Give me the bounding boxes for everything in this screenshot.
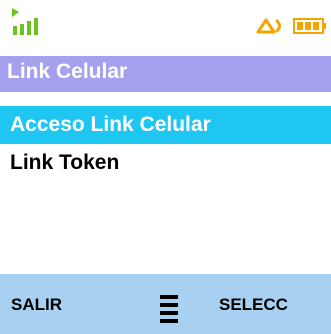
menu-item-acceso-link-celular[interactable]: Acceso Link Celular [0,106,331,144]
menu-item-label: Link Token [10,151,120,174]
select-softkey[interactable]: SELECC [219,295,288,315]
signal-strength-icon [12,8,38,35]
title-bar: Link Celular [0,56,331,92]
network-alert-icon [256,18,281,34]
exit-softkey[interactable]: SALIR [11,295,62,315]
page-title: Link Celular [7,60,128,83]
battery-icon [293,18,326,34]
menu-item-label: Acceso Link Celular [10,113,211,136]
menu-item-link-token[interactable]: Link Token [0,144,331,182]
menu-icon[interactable] [158,294,180,324]
status-bar [0,0,331,44]
menu-list: Acceso Link Celular Link Token [0,106,331,182]
softkey-bar: SALIR SELECC [0,274,331,334]
